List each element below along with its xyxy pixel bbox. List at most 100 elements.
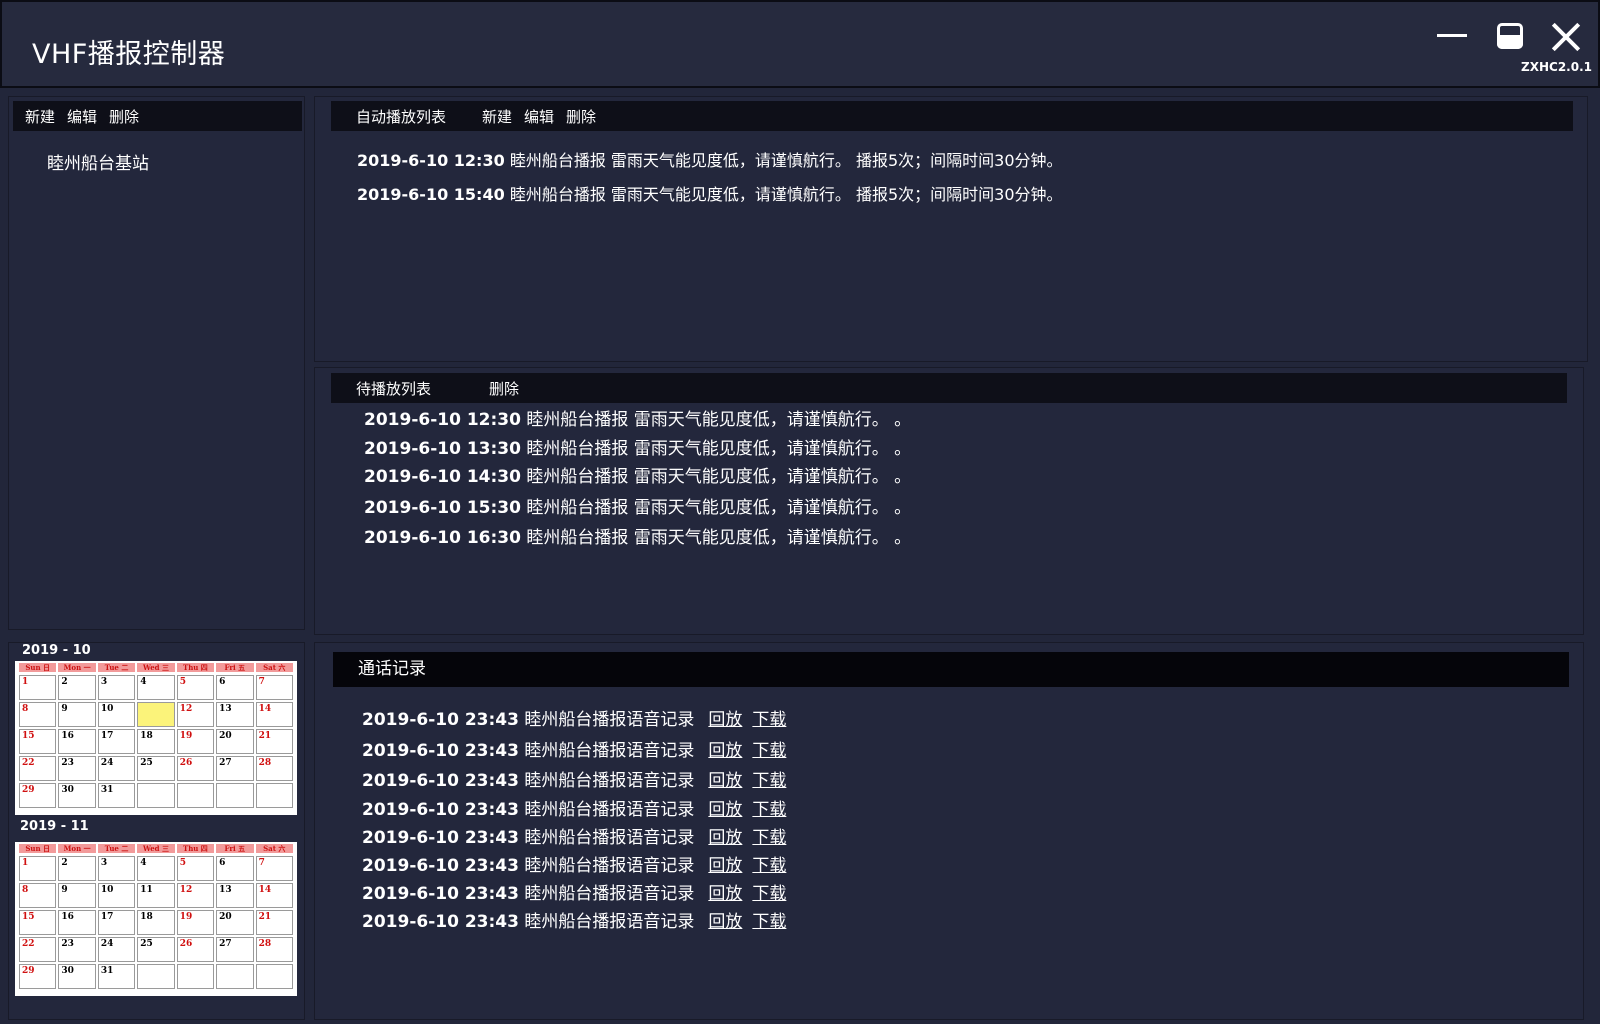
calendar-day[interactable]: 18: [137, 910, 175, 935]
delete-station-button[interactable]: 删除: [109, 106, 139, 127]
calendar-day[interactable]: 24: [97, 937, 136, 962]
calendar-day[interactable]: 14: [255, 883, 293, 908]
download-link[interactable]: 下载: [752, 710, 786, 730]
calendar-day[interactable]: 29: [19, 783, 57, 808]
calendar-day[interactable]: 15: [19, 729, 57, 754]
new-auto-button[interactable]: 新建: [482, 106, 512, 127]
calendar-day[interactable]: 8: [19, 883, 57, 908]
download-link[interactable]: 下载: [752, 800, 786, 820]
delete-auto-button[interactable]: 删除: [566, 106, 596, 127]
calendar-day[interactable]: 5: [176, 856, 215, 881]
close-icon[interactable]: [1549, 20, 1583, 54]
calendar-day[interactable]: 27: [216, 756, 254, 781]
calendar-day[interactable]: 25: [137, 937, 175, 962]
pending-item[interactable]: 2019-6-10 14:30 睦州船台播报 雷雨天气能见度低，请谨慎航行。 。: [364, 462, 911, 487]
delete-pending-button[interactable]: 删除: [489, 378, 519, 399]
calendar-day[interactable]: [137, 702, 175, 727]
calendar-day[interactable]: 20: [216, 910, 254, 935]
calendar-day[interactable]: [176, 964, 215, 989]
edit-auto-button[interactable]: 编辑: [524, 106, 554, 127]
download-link[interactable]: 下载: [752, 771, 786, 791]
calendar-day[interactable]: 3: [97, 856, 136, 881]
calendar-day[interactable]: 6: [216, 675, 254, 700]
pending-item[interactable]: 2019-6-10 15:30 睦州船台播报 雷雨天气能见度低，请谨慎航行。 。: [364, 493, 911, 518]
new-station-button[interactable]: 新建: [25, 106, 55, 127]
calendar-day[interactable]: 30: [58, 964, 96, 989]
calendar-day[interactable]: 25: [137, 756, 175, 781]
calendar-day[interactable]: 23: [58, 756, 96, 781]
minimize-icon[interactable]: [1435, 20, 1469, 54]
calendar-day[interactable]: 27: [216, 937, 254, 962]
calendar-day[interactable]: 31: [97, 783, 136, 808]
calendar-day[interactable]: 21: [255, 910, 293, 935]
replay-link[interactable]: 回放: [708, 912, 742, 932]
auto-play-item[interactable]: 2019-6-10 15:40 睦州船台播报 雷雨天气能见度低，请谨慎航行。 播…: [357, 181, 1063, 205]
calendar-day[interactable]: 18: [137, 729, 175, 754]
replay-link[interactable]: 回放: [708, 828, 742, 848]
download-link[interactable]: 下载: [752, 912, 786, 932]
calendar-day[interactable]: 13: [216, 883, 254, 908]
calendar-day[interactable]: 26: [176, 937, 215, 962]
pending-item[interactable]: 2019-6-10 12:30 睦州船台播报 雷雨天气能见度低，请谨慎航行。 。: [364, 405, 911, 430]
calendar-day[interactable]: [137, 783, 175, 808]
auto-play-item[interactable]: 2019-6-10 12:30 睦州船台播报 雷雨天气能见度低，请谨慎航行。 播…: [357, 147, 1063, 171]
calendar-day[interactable]: 12: [176, 883, 215, 908]
calendar-day[interactable]: 4: [137, 856, 175, 881]
calendar-day[interactable]: 14: [255, 702, 293, 727]
replay-link[interactable]: 回放: [708, 856, 742, 876]
edit-station-button[interactable]: 编辑: [67, 106, 97, 127]
calendar-day[interactable]: 28: [255, 937, 293, 962]
calendar-day[interactable]: 30: [58, 783, 96, 808]
maximize-icon[interactable]: [1494, 20, 1528, 54]
calendar-day[interactable]: 1: [19, 856, 57, 881]
download-link[interactable]: 下载: [752, 741, 786, 761]
calendar-day[interactable]: 3: [97, 675, 136, 700]
calendar-day[interactable]: 8: [19, 702, 57, 727]
calendar-day[interactable]: [137, 964, 175, 989]
calendar-day[interactable]: 20: [216, 729, 254, 754]
calendar-day[interactable]: 16: [58, 910, 96, 935]
calendar-day[interactable]: 16: [58, 729, 96, 754]
calendar-day[interactable]: 22: [19, 756, 57, 781]
calendar-day[interactable]: 22: [19, 937, 57, 962]
replay-link[interactable]: 回放: [708, 771, 742, 791]
calendar-day[interactable]: 29: [19, 964, 57, 989]
calendar-day[interactable]: 4: [137, 675, 175, 700]
calendar-day[interactable]: 10: [97, 883, 136, 908]
calendar-day[interactable]: 12: [176, 702, 215, 727]
replay-link[interactable]: 回放: [708, 884, 742, 904]
calendar-day[interactable]: [176, 783, 215, 808]
download-link[interactable]: 下载: [752, 856, 786, 876]
calendar-day[interactable]: [255, 964, 293, 989]
calendar-day[interactable]: 19: [176, 910, 215, 935]
calendar-day[interactable]: 17: [97, 910, 136, 935]
calendar-day[interactable]: 7: [255, 856, 293, 881]
pending-item[interactable]: 2019-6-10 16:30 睦州船台播报 雷雨天气能见度低，请谨慎航行。 。: [364, 523, 911, 548]
calendar-day[interactable]: 24: [97, 756, 136, 781]
calendar-day[interactable]: 9: [58, 702, 96, 727]
calendar-day[interactable]: [216, 964, 254, 989]
pending-item[interactable]: 2019-6-10 13:30 睦州船台播报 雷雨天气能见度低，请谨慎航行。 。: [364, 434, 911, 459]
calendar-day[interactable]: 21: [255, 729, 293, 754]
calendar-day[interactable]: 15: [19, 910, 57, 935]
calendar-day[interactable]: 13: [216, 702, 254, 727]
replay-link[interactable]: 回放: [708, 741, 742, 761]
station-item[interactable]: 睦州船台基站: [47, 149, 149, 174]
calendar-day[interactable]: 9: [58, 883, 96, 908]
calendar-day[interactable]: 2: [58, 675, 96, 700]
calendar-day[interactable]: 23: [58, 937, 96, 962]
calendar-day[interactable]: 5: [176, 675, 215, 700]
calendar-day[interactable]: 11: [137, 883, 175, 908]
calendar-day[interactable]: 31: [97, 964, 136, 989]
calendar-day[interactable]: 7: [255, 675, 293, 700]
download-link[interactable]: 下载: [752, 884, 786, 904]
calendar-day[interactable]: 26: [176, 756, 215, 781]
calendar-day[interactable]: [216, 783, 254, 808]
calendar-day[interactable]: 28: [255, 756, 293, 781]
calendar-day[interactable]: 2: [58, 856, 96, 881]
calendar-day[interactable]: 17: [97, 729, 136, 754]
replay-link[interactable]: 回放: [708, 710, 742, 730]
calendar-day[interactable]: 10: [97, 702, 136, 727]
calendar-day[interactable]: 6: [216, 856, 254, 881]
replay-link[interactable]: 回放: [708, 800, 742, 820]
